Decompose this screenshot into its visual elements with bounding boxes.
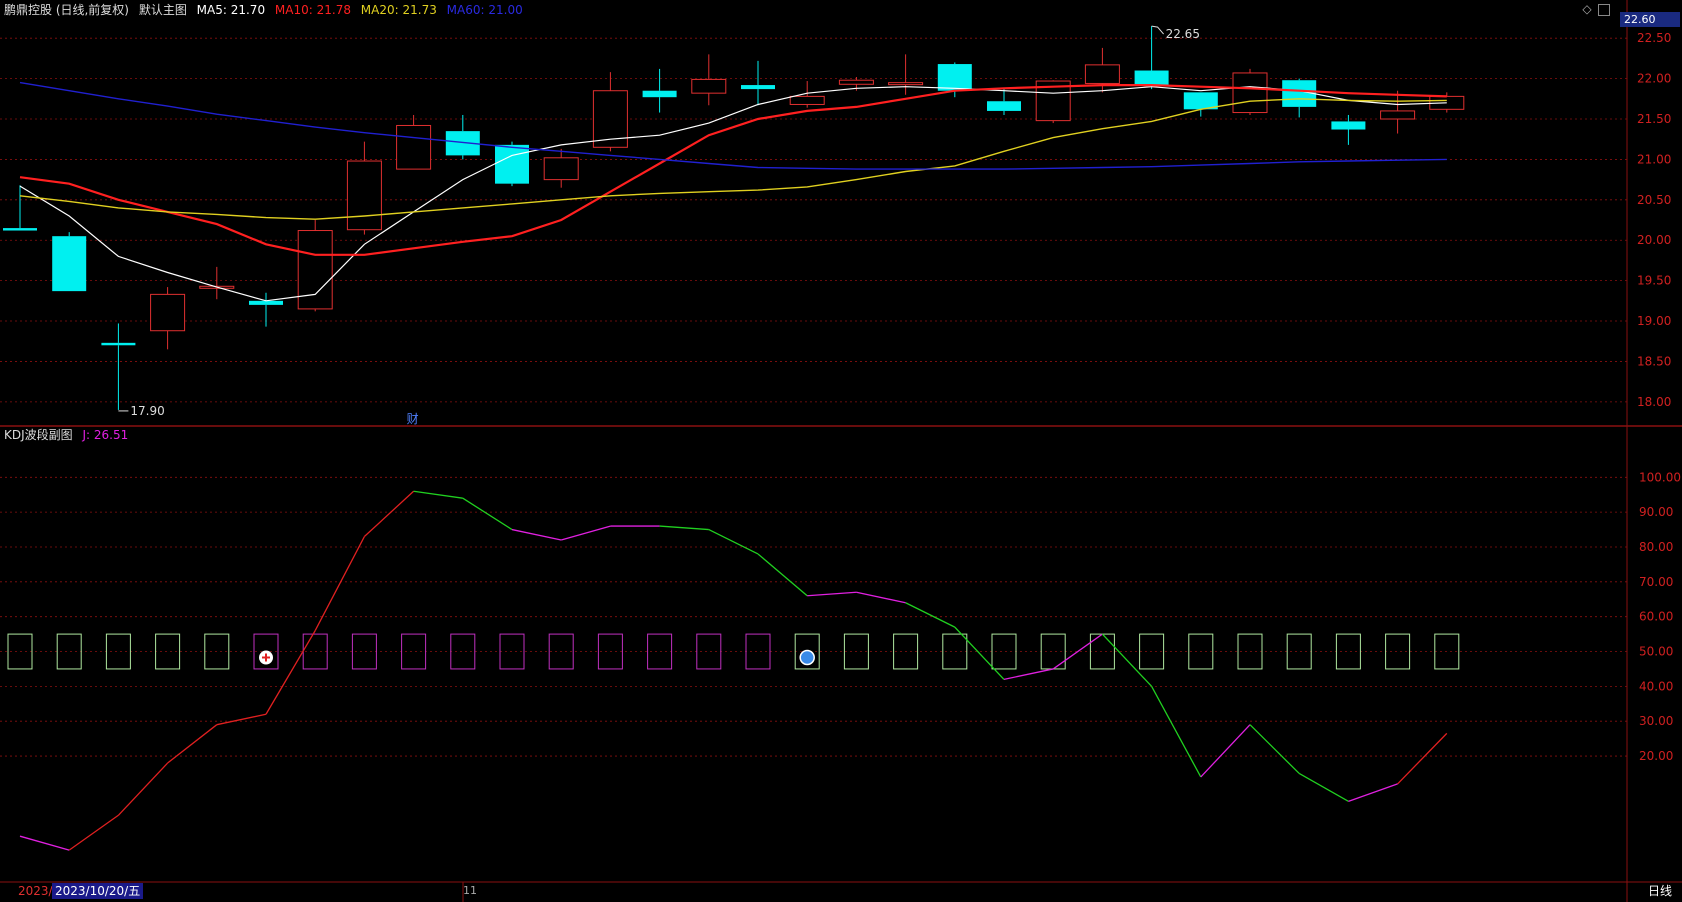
candle-body-up (543, 157, 579, 181)
kdj-j-segment (216, 713, 267, 726)
kdj-j-segment (19, 835, 70, 851)
candle-body-down (937, 64, 972, 91)
kdj-j-segment (1397, 732, 1448, 785)
j-value-label: J: 26.51 (82, 428, 129, 442)
kdj-j-segment (757, 553, 808, 597)
high-marker-arrow (1151, 25, 1164, 35)
candle-body-up (346, 160, 382, 231)
high-price-label: 22.65 (1166, 27, 1200, 41)
kdj-j-segment (1101, 633, 1153, 687)
kdj-tick-label: 30.00 (1639, 714, 1673, 728)
candle-body-down (1134, 70, 1169, 86)
kdj-j-segment (265, 630, 316, 715)
ma20-label: MA20: 21.73 (360, 3, 437, 17)
price-tick-label: 21.50 (1637, 112, 1671, 126)
kdj-j-segment (167, 724, 218, 764)
kdj-j-segment (905, 602, 956, 628)
price-tick-label: 18.50 (1637, 354, 1671, 368)
restore-window-icon[interactable] (1598, 4, 1610, 16)
main-chart-header: 鹏鼎控股 (日线,前复权) 默认主图 MA5: 21.70 MA10: 21.7… (4, 2, 529, 18)
ma10-label: MA10: 21.78 (274, 3, 351, 17)
ma5-label: MA5: 21.70 (196, 3, 266, 17)
kdj-j-segment (856, 591, 906, 604)
candle-body-up (1380, 110, 1416, 120)
candle-body-down (741, 85, 775, 90)
candle-body-up (838, 79, 874, 85)
kdj-indicator-label[interactable]: KDJ波段副图 (4, 428, 73, 442)
kdj-tick-label: 20.00 (1639, 749, 1673, 763)
candle-body-up (691, 78, 727, 94)
candle-body-up (789, 95, 825, 105)
kdj-j-segment (1003, 668, 1054, 681)
candle-body-up (1232, 72, 1268, 114)
stock-chart[interactable]: 22.50 22.00 21.50 21.00 20.50 20.00 19.50 19.00… (0, 0, 1682, 902)
price-tick-label: 19.50 (1637, 274, 1671, 288)
candle-body-down (3, 228, 37, 231)
candle-body-up (888, 82, 924, 86)
kdj-j-segment (659, 525, 709, 531)
candle-body-down (642, 90, 677, 98)
ma5-line (19, 86, 1447, 302)
kdj-j-segment (1249, 724, 1300, 774)
kdj-j-segment (363, 490, 415, 538)
candle-body-down (249, 300, 283, 305)
kdj-j-segment (314, 536, 365, 631)
cursor-date-label: 2023/10/20/五 (52, 883, 144, 899)
kdj-j-segment (561, 525, 611, 541)
year-prefix-label: 2023/ (18, 884, 53, 898)
price-tick-label: 19.00 (1637, 314, 1671, 328)
kdj-j-segment (1151, 686, 1202, 778)
candle-body-up (1084, 64, 1120, 84)
diamond-icon[interactable]: ◇ (1582, 3, 1592, 15)
earnings-event-marker: 财 (407, 412, 419, 426)
candle-body-up (150, 293, 186, 332)
low-price-label: 17.90 (130, 404, 164, 418)
month-marker-label: 11 (463, 884, 477, 897)
kdj-j-segment (68, 814, 119, 851)
kdj-j-segment (413, 490, 463, 499)
price-tick-label: 20.50 (1637, 193, 1671, 207)
kdj-tick-label: 50.00 (1639, 645, 1673, 659)
candle-body-down (52, 236, 87, 292)
kdj-j-segment (1200, 724, 1251, 778)
kdj-tick-label: 60.00 (1639, 610, 1673, 624)
kdj-j-segment (511, 528, 562, 541)
ma60-label: MA60: 21.00 (446, 3, 523, 17)
price-tick-label: 22.50 (1637, 31, 1671, 45)
kdj-tick-label: 80.00 (1639, 540, 1673, 554)
price-tick-label: 20.00 (1637, 233, 1671, 247)
candle-body-down (101, 342, 136, 346)
kdj-tick-label: 40.00 (1639, 679, 1673, 693)
price-tick-label: 22.00 (1637, 72, 1671, 86)
period-label[interactable]: 日线 (1648, 883, 1672, 899)
kdj-j-segment (954, 626, 1005, 680)
sell-signal-icon (799, 649, 815, 666)
stock-title[interactable]: 鹏鼎控股 (日线,前复权) (4, 3, 129, 17)
kdj-j-segment (462, 497, 513, 531)
kdj-j-segment (1348, 783, 1398, 802)
current-price-tag: 22.60 (1620, 12, 1680, 27)
kdj-j-segment (1298, 772, 1349, 802)
price-tick-label: 18.00 (1637, 395, 1671, 409)
price-tick-label: 21.00 (1637, 152, 1671, 166)
kdj-tick-label: 90.00 (1639, 505, 1673, 519)
main-chart-label[interactable]: 默认主图 (139, 3, 187, 17)
kdj-tick-label: 70.00 (1639, 575, 1673, 589)
candle-body-down (1331, 121, 1366, 130)
candle-body-down (495, 144, 529, 184)
candle-body-up (297, 230, 333, 310)
kdj-j-segment (708, 528, 759, 555)
kdj-j-segment (117, 762, 169, 816)
candle-body-down (987, 101, 1021, 111)
kdj-tick-label: 100.00 (1639, 470, 1681, 484)
kdj-j-segment (807, 591, 857, 597)
candle-body-up (396, 124, 432, 170)
sub-chart-header: KDJ波段副图 J: 26.51 (4, 427, 134, 443)
